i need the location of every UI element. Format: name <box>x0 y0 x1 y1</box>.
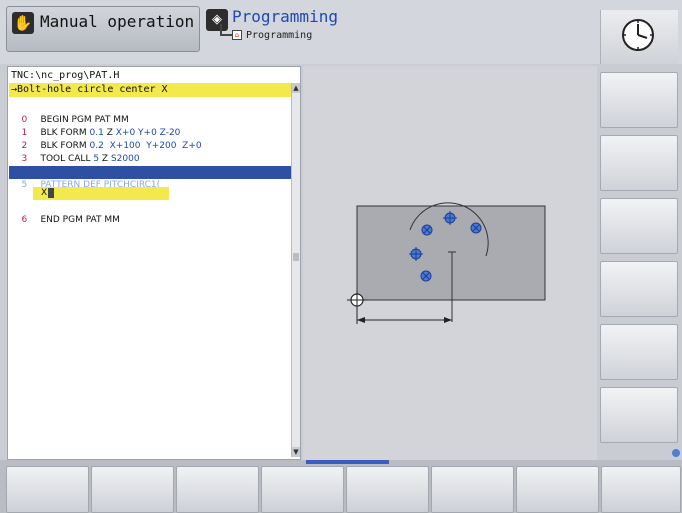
sub-arrow <box>220 24 232 36</box>
vertical-softkey-bar <box>600 72 678 452</box>
softkey-bottom-6[interactable] <box>431 466 514 513</box>
graphic-view <box>303 66 597 460</box>
softkey-bottom-3[interactable] <box>176 466 259 513</box>
clock-icon <box>622 19 654 51</box>
tab-manual-label: Manual operation <box>40 12 195 31</box>
status-dot-icon <box>672 449 680 457</box>
program-line[interactable]: 6 END PGM PAT MM <box>9 201 291 225</box>
dimension-line <box>357 317 452 323</box>
scroll-down-icon[interactable]: ▼ <box>292 447 300 457</box>
dialog-message: →Bolt-hole circle center X <box>9 83 291 97</box>
file-icon: ⌂ <box>232 30 242 40</box>
scroll-thumb[interactable] <box>293 253 299 261</box>
softkey-bottom-1[interactable] <box>6 466 89 513</box>
program-line-selected[interactable]: 5 PATTERN DEF PITCHCIRC1( <box>9 166 291 190</box>
line-text: END PGM PAT MM <box>40 215 120 225</box>
line-number: 6 <box>21 215 28 225</box>
program-line[interactable]: 4L Z+100 R0 FMAX M3 <box>9 153 291 177</box>
program-line[interactable]: 1 BLK FORM 0.1 Z X+0 Y+0 Z-20 <box>9 114 291 138</box>
softkey-right-6[interactable] <box>600 387 678 443</box>
vertical-scrollbar[interactable]: ▲ ▼ <box>291 83 300 457</box>
softkey-right-3[interactable] <box>600 198 678 254</box>
program-line[interactable]: 0 BEGIN PGM PAT MM <box>9 101 291 125</box>
softkey-bottom-5[interactable] <box>346 466 429 513</box>
parameter-input[interactable]: X <box>33 187 169 200</box>
hand-icon: ✋ <box>12 12 34 34</box>
clock-button[interactable] <box>600 10 678 64</box>
tab-programming[interactable]: ◈ Programming ⌂ Programming <box>204 6 594 52</box>
text-cursor <box>48 187 55 198</box>
softkey-row-indicator <box>306 460 389 464</box>
softkey-bottom-4[interactable] <box>261 466 344 513</box>
program-line[interactable]: 3 TOOL CALL 5 Z S2000 <box>9 140 291 164</box>
tab-programming-sub: Programming <box>246 30 313 41</box>
program-path: TNC:\nc_prog\PAT.H <box>11 70 120 81</box>
softkey-right-4[interactable] <box>600 261 678 317</box>
top-bar: ✋ Manual operation ◈ Programming ⌂ Progr… <box>0 0 682 64</box>
program-line[interactable]: 2 BLK FORM 0.2 X+100 Y+200 Z+0 <box>9 127 291 151</box>
softkey-right-5[interactable] <box>600 324 678 380</box>
tab-programming-label: Programming <box>232 7 338 26</box>
softkey-bottom-8[interactable] <box>601 466 681 513</box>
pattern-graphic <box>347 202 546 324</box>
program-editor[interactable]: TNC:\nc_prog\PAT.H →Bolt-hole circle cen… <box>7 66 301 460</box>
softkey-bottom-7[interactable] <box>516 466 599 513</box>
tab-manual-operation[interactable]: ✋ Manual operation <box>6 6 200 52</box>
softkey-right-2[interactable] <box>600 135 678 191</box>
input-value: X <box>41 188 48 198</box>
softkey-bottom-2[interactable] <box>91 466 174 513</box>
scroll-up-icon[interactable]: ▲ <box>292 83 300 93</box>
softkey-right-1[interactable] <box>600 72 678 128</box>
